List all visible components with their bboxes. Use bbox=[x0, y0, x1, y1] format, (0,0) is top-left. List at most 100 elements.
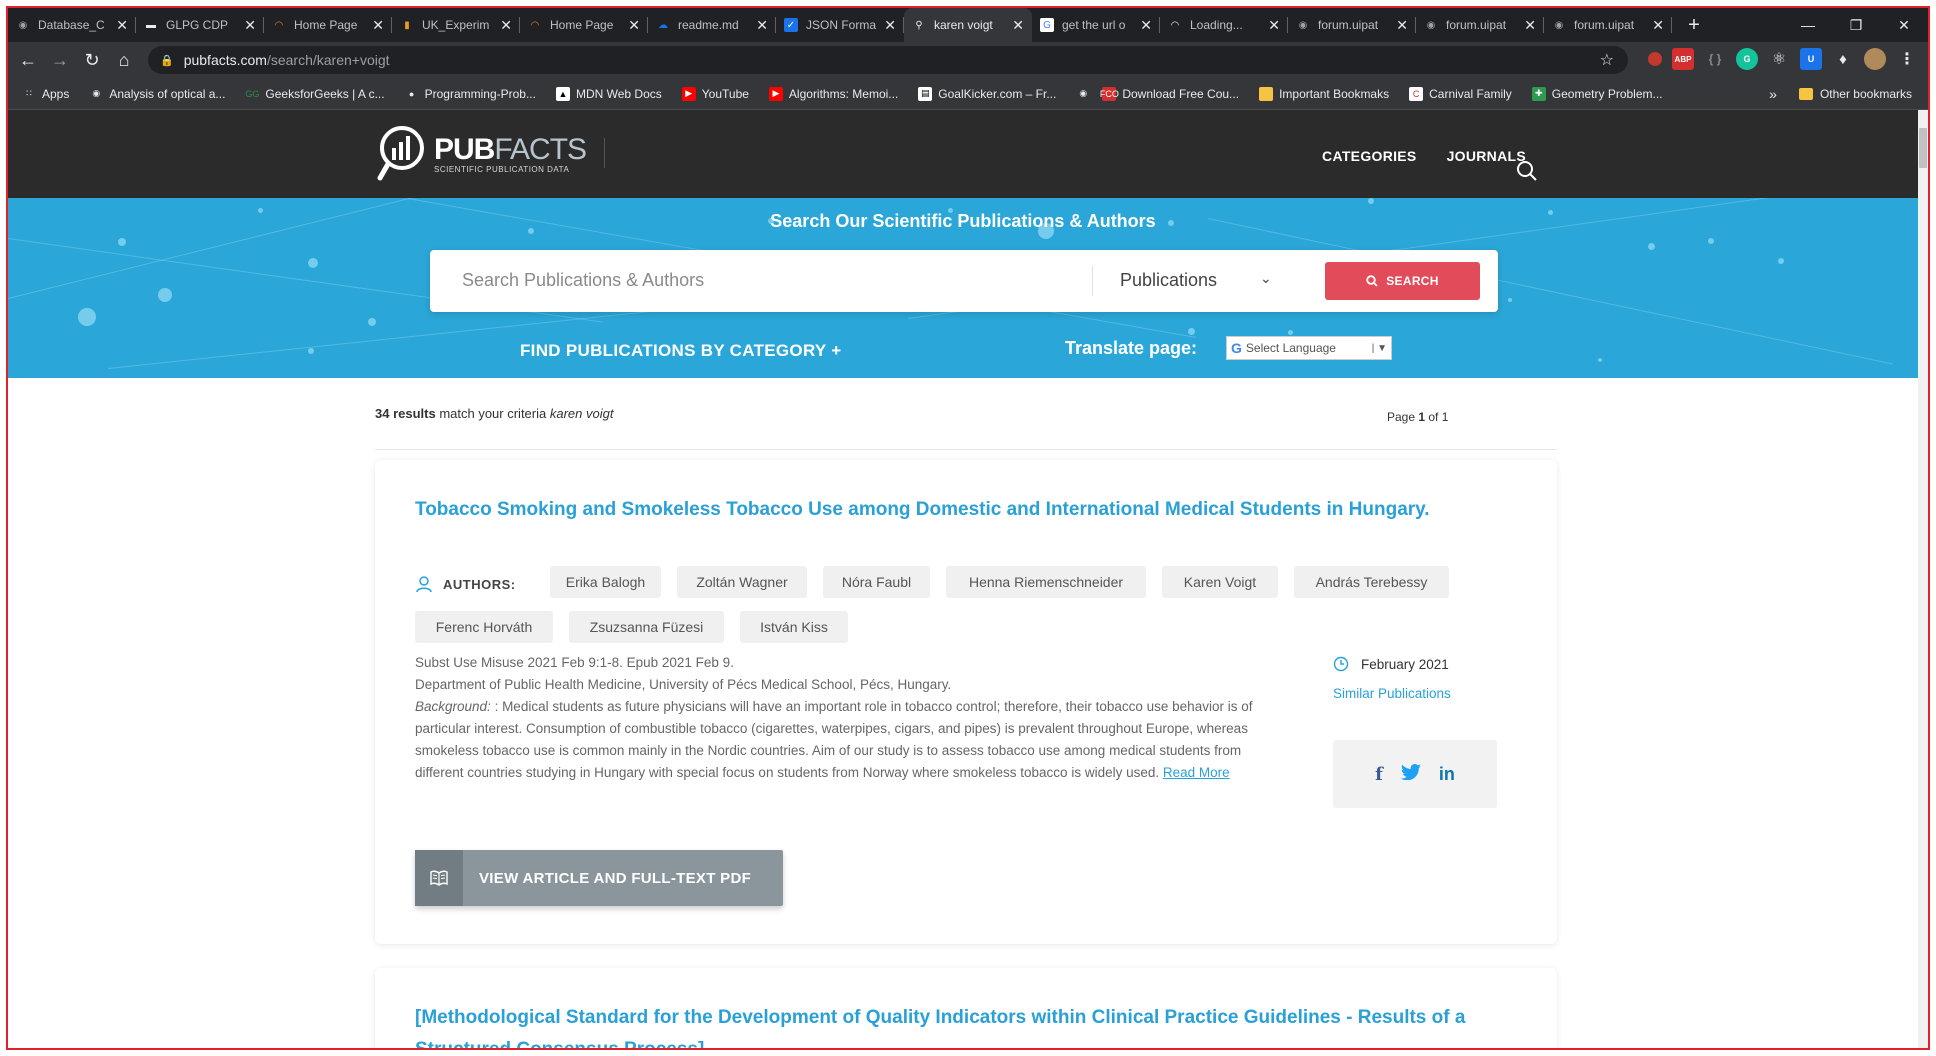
extension-blue-icon[interactable]: U bbox=[1800, 48, 1822, 70]
bookmark-item[interactable]: ∷ Apps bbox=[22, 87, 69, 101]
search-icon[interactable] bbox=[1516, 160, 1538, 182]
browser-tab[interactable]: Gget the url o ✕ bbox=[1032, 8, 1160, 42]
bookmark-item[interactable]: ● Programming-Prob... bbox=[405, 87, 536, 101]
home-icon[interactable]: ⌂ bbox=[108, 44, 140, 76]
lock-icon[interactable]: 🔒 bbox=[160, 54, 174, 67]
nav-categories[interactable]: CATEGORIES bbox=[1322, 148, 1417, 164]
view-article-button[interactable]: VIEW ARTICLE AND FULL-TEXT PDF bbox=[415, 850, 783, 906]
browser-tab[interactable]: ▬ GLPG CDP ✕ bbox=[136, 8, 264, 42]
bookmark-star-icon[interactable]: ☆ bbox=[1600, 50, 1614, 70]
menu-kebab-icon[interactable]: ⋮ bbox=[1896, 48, 1918, 70]
similar-publications-link[interactable]: Similar Publications bbox=[1333, 686, 1451, 701]
find-by-category-link[interactable]: FIND PUBLICATIONS BY CATEGORY + bbox=[520, 341, 841, 361]
back-arrow-icon[interactable]: ← bbox=[12, 44, 44, 76]
nav-journals[interactable]: JOURNALS bbox=[1447, 148, 1526, 164]
bookmark-item[interactable]: ▶ Algorithms: Memoi... bbox=[768, 86, 898, 101]
close-tab-icon[interactable]: ✕ bbox=[500, 17, 512, 34]
close-tab-icon[interactable]: ✕ bbox=[1652, 17, 1664, 34]
browser-tab[interactable]: ◉ Database_C ✕ bbox=[8, 8, 136, 42]
adblock-icon[interactable]: ABP bbox=[1672, 48, 1694, 70]
new-tab-button[interactable]: + bbox=[1682, 14, 1706, 37]
bookmark-item[interactable]: C Carnival Family bbox=[1409, 86, 1512, 101]
linkedin-icon[interactable]: in bbox=[1439, 764, 1455, 785]
author-chip[interactable]: Ferenc Horváth bbox=[415, 611, 553, 643]
browser-tab[interactable]: ☁ readme.md ✕ bbox=[648, 8, 776, 42]
close-tab-icon[interactable]: ✕ bbox=[1396, 17, 1408, 34]
bookmark-label: GeeksforGeeks | A c... bbox=[265, 86, 385, 101]
grammarly-icon[interactable]: G bbox=[1736, 48, 1758, 70]
scrollbar-thumb[interactable] bbox=[1919, 128, 1927, 168]
author-chip[interactable]: Erika Balogh bbox=[550, 566, 661, 598]
logo-facts: FACTS bbox=[494, 132, 587, 166]
tab-title: GLPG CDP bbox=[166, 18, 229, 32]
close-tab-icon[interactable]: ✕ bbox=[756, 17, 768, 34]
close-window-icon[interactable]: ✕ bbox=[1880, 8, 1928, 42]
article-title-link[interactable]: Tobacco Smoking and Smokeless Tobacco Us… bbox=[415, 494, 1475, 526]
bookmark-item[interactable]: Important Bookmaks bbox=[1259, 86, 1390, 101]
close-tab-icon[interactable]: ✕ bbox=[1140, 17, 1152, 34]
browser-tab[interactable]: ⚲ karen voigt ✕ bbox=[904, 8, 1032, 42]
author-chip[interactable]: Nóra Faubl bbox=[823, 566, 930, 598]
facebook-icon[interactable]: f bbox=[1375, 764, 1383, 785]
forward-arrow-icon[interactable]: → bbox=[44, 44, 76, 76]
extensions-puzzle-icon[interactable]: ♦ bbox=[1832, 48, 1854, 70]
restore-icon[interactable]: ❐ bbox=[1832, 8, 1880, 42]
profile-avatar-icon[interactable] bbox=[1864, 48, 1886, 70]
bookmarks-overflow-button[interactable]: » bbox=[1769, 86, 1777, 102]
bookmark-label: Analysis of optical a... bbox=[109, 86, 226, 101]
browser-tab[interactable]: ◉ forum.uipat ✕ bbox=[1288, 8, 1416, 42]
close-tab-icon[interactable]: ✕ bbox=[1268, 17, 1280, 34]
hero-decoration-dot bbox=[1778, 258, 1784, 264]
minimize-icon[interactable]: — bbox=[1784, 8, 1832, 42]
bookmark-item[interactable]: ▶ YouTube bbox=[681, 86, 749, 101]
read-more-link[interactable]: Read More bbox=[1163, 765, 1230, 780]
search-scope-select[interactable]: Publications bbox=[1120, 270, 1217, 291]
browser-tab[interactable]: ◉ forum.uipat ✕ bbox=[1544, 8, 1672, 42]
author-chip[interactable]: Henna Riemenschneider bbox=[946, 566, 1146, 598]
search-button[interactable]: SEARCH bbox=[1325, 262, 1480, 300]
browser-tab[interactable]: ◠ Loading... ✕ bbox=[1160, 8, 1288, 42]
spinner-icon: ◠ bbox=[1170, 19, 1180, 31]
browser-tab[interactable]: ✓ JSON Forma ✕ bbox=[776, 8, 904, 42]
close-tab-icon[interactable]: ✕ bbox=[1524, 17, 1536, 34]
twitter-icon[interactable] bbox=[1400, 763, 1421, 785]
close-tab-icon[interactable]: ✕ bbox=[628, 17, 640, 34]
reload-icon[interactable]: ↻ bbox=[76, 44, 108, 76]
address-bar[interactable]: 🔒 pubfacts.com/search/karen+voigt ☆ bbox=[148, 46, 1628, 74]
bookmark-item[interactable]: FCO Download Free Cou... bbox=[1100, 86, 1239, 101]
author-chip[interactable]: Karen Voigt bbox=[1162, 566, 1278, 598]
search-input[interactable]: Search Publications & Authors bbox=[462, 270, 704, 291]
bookmark-item[interactable]: ✚ Geometry Problem... bbox=[1531, 86, 1663, 101]
author-chip[interactable]: András Terebessy bbox=[1294, 566, 1449, 598]
other-bookmarks[interactable]: Other bookmarks bbox=[1820, 87, 1912, 101]
close-tab-icon[interactable]: ✕ bbox=[244, 17, 256, 34]
author-chip[interactable]: István Kiss bbox=[740, 611, 848, 643]
language-select[interactable]: G Select Language | ▼ bbox=[1226, 336, 1392, 360]
tab-title: forum.uipat bbox=[1318, 18, 1379, 32]
bookmark-label: Important Bookmaks bbox=[1279, 86, 1390, 101]
pubfacts-logo[interactable]: PUBFACTS SCIENTIFIC PUBLICATION DATA bbox=[376, 124, 606, 182]
close-tab-icon[interactable]: ✕ bbox=[372, 17, 384, 34]
bookmark-item[interactable]: GG GeeksforGeeks | A c... bbox=[245, 87, 384, 101]
page-scrollbar[interactable] bbox=[1918, 110, 1928, 1048]
close-tab-icon[interactable]: ✕ bbox=[116, 17, 128, 34]
bookmark-item[interactable]: ▲ MDN Web Docs bbox=[555, 86, 662, 101]
chevron-down-icon[interactable]: ⌄ bbox=[1260, 270, 1272, 287]
author-chip[interactable]: Zoltán Wagner bbox=[677, 566, 807, 598]
browser-tab[interactable]: ◠ Home Page ✕ bbox=[264, 8, 392, 42]
extension-red-icon[interactable] bbox=[1648, 52, 1662, 66]
bookmark-item[interactable]: ◉ Analysis of optical a... bbox=[89, 87, 225, 101]
close-tab-icon[interactable]: ✕ bbox=[884, 17, 896, 34]
browser-tab[interactable]: ▮ UK_Experim ✕ bbox=[392, 8, 520, 42]
close-tab-icon[interactable]: ✕ bbox=[1012, 17, 1024, 34]
browser-tab[interactable]: ◠ Home Page ✕ bbox=[520, 8, 648, 42]
browser-tab[interactable]: ◉ forum.uipat ✕ bbox=[1416, 8, 1544, 42]
bookmark-item[interactable]: ◉ bbox=[1076, 87, 1096, 101]
translate-label: Translate page: bbox=[1065, 338, 1198, 358]
braces-extension-icon[interactable]: { } bbox=[1704, 48, 1726, 70]
author-chip[interactable]: Zsuzsanna Füzesi bbox=[569, 611, 724, 643]
react-devtools-icon[interactable]: ⚛ bbox=[1768, 48, 1790, 70]
article-title-link[interactable]: [Methodological Standard for the Develop… bbox=[415, 1002, 1535, 1048]
github-icon: ● bbox=[408, 88, 415, 99]
bookmark-item[interactable]: ▤ GoalKicker.com – Fr... bbox=[918, 86, 1056, 101]
